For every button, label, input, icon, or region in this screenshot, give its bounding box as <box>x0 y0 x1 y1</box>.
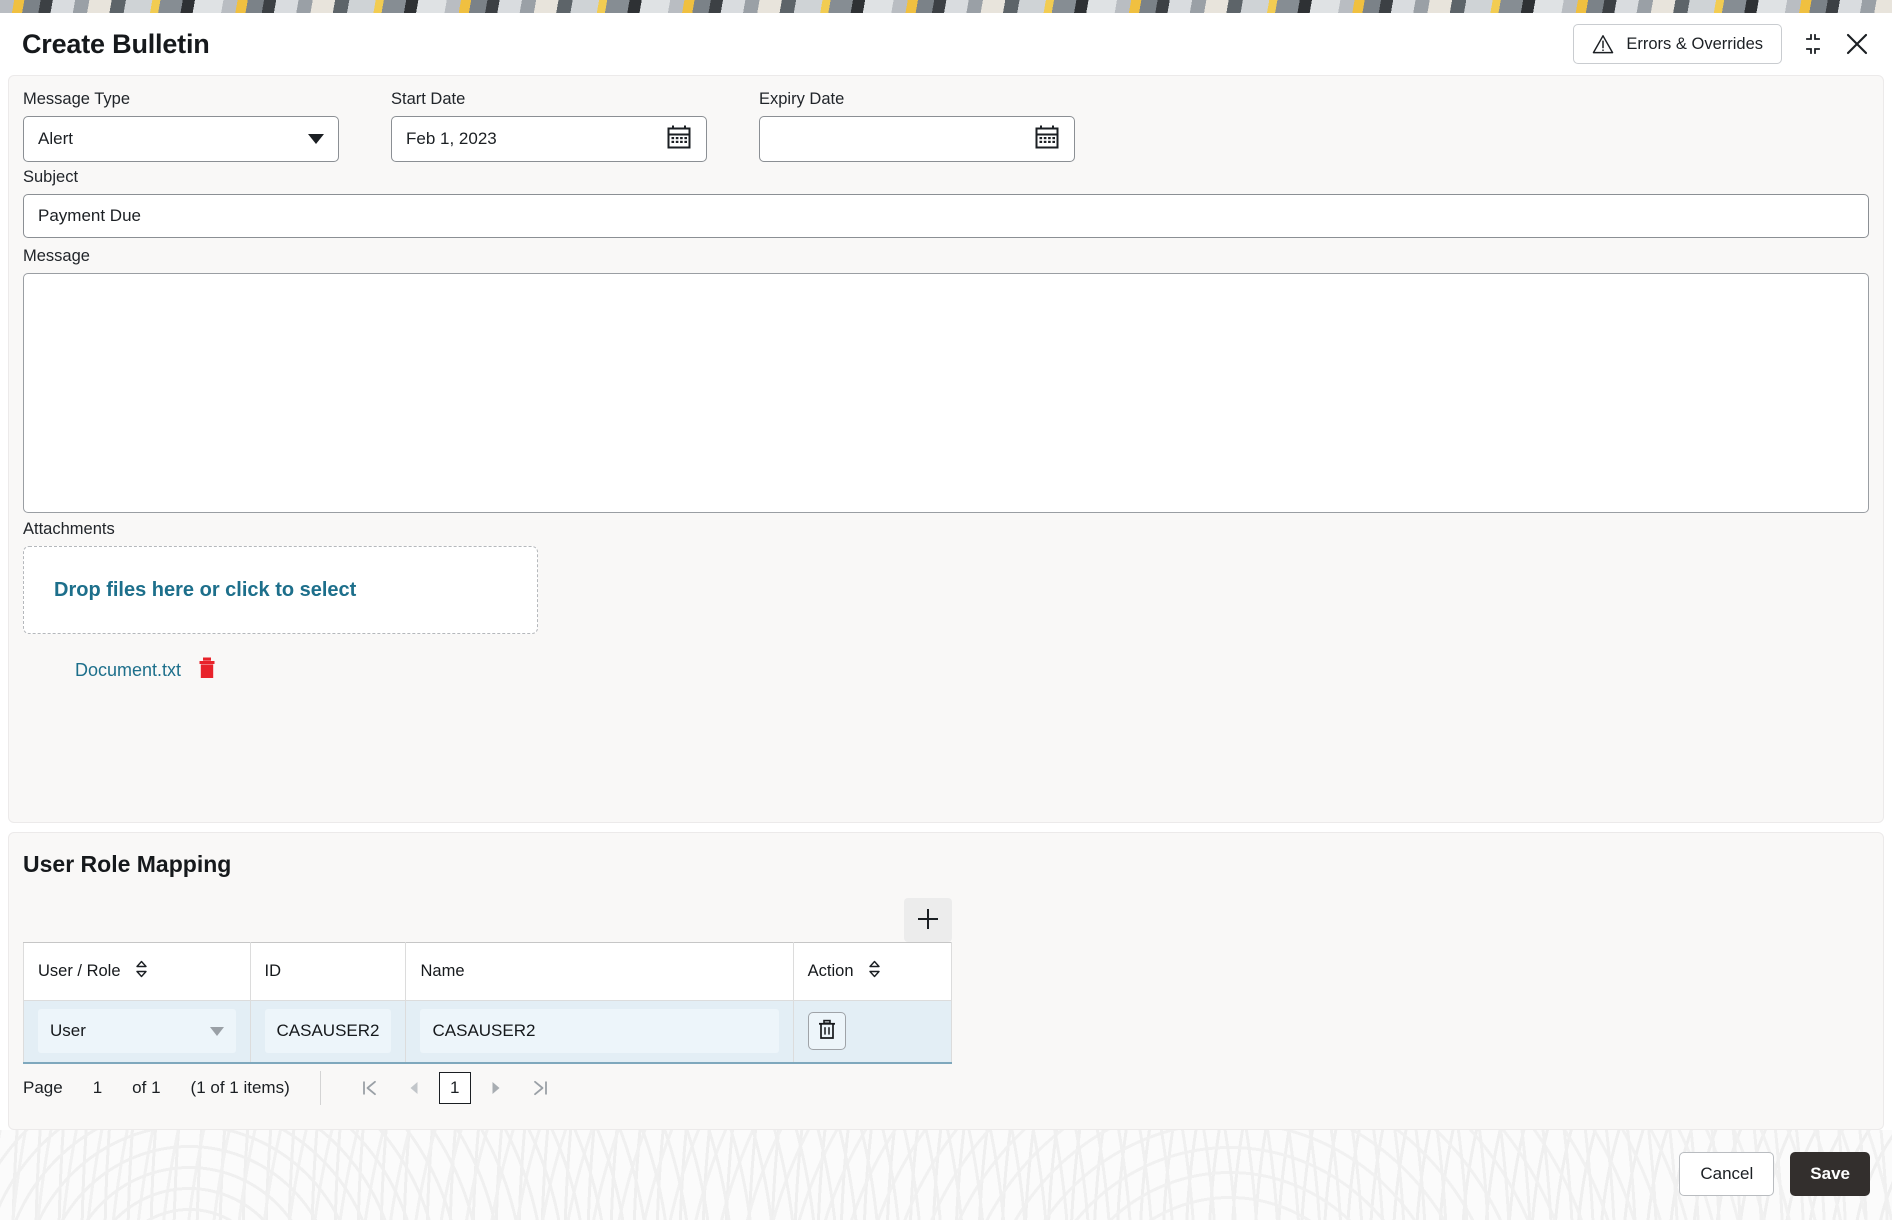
user-role-mapping-table: User / Role ID Name Action User CASAUSER… <box>23 942 953 1064</box>
close-icon[interactable] <box>1844 31 1870 57</box>
delete-row-button[interactable] <box>807 1012 846 1051</box>
first-page-icon[interactable] <box>347 1072 393 1104</box>
column-label: ID <box>264 962 282 980</box>
start-date-input[interactable]: Feb 1, 2023 <box>391 116 707 162</box>
calendar-icon[interactable] <box>1034 124 1060 155</box>
items-count-label: (1 of 1 items) <box>190 1078 290 1097</box>
current-page-number[interactable]: 1 <box>438 1072 471 1104</box>
user-role-select[interactable]: User <box>38 1009 236 1054</box>
last-page-icon[interactable] <box>517 1072 563 1104</box>
previous-page-icon[interactable] <box>393 1072 435 1104</box>
errors-and-overrides-label: Errors & Overrides <box>1626 34 1763 53</box>
column-label: Name <box>420 962 465 980</box>
pagination-divider <box>319 1071 321 1105</box>
user-role-mapping-section: User Role Mapping User / Role ID Name Ac… <box>8 832 1884 1130</box>
expiry-date-label: Expiry Date <box>759 90 845 108</box>
page-number: 1 <box>92 1078 103 1097</box>
subject-field: Subject Payment Due <box>23 168 1869 238</box>
subject-label: Subject <box>23 168 79 186</box>
message-field: Message <box>23 247 1869 513</box>
column-header-user-role[interactable]: User / Role <box>23 942 251 1001</box>
sort-icon[interactable] <box>135 960 148 983</box>
column-header-action[interactable]: Action <box>792 942 953 1001</box>
restore-down-icon[interactable] <box>1800 31 1826 57</box>
expiry-date-input[interactable] <box>759 116 1075 162</box>
message-type-select[interactable]: Alert <box>23 116 339 162</box>
calendar-icon[interactable] <box>666 124 692 155</box>
start-date-field: Start Date Feb 1, 2023 <box>391 90 707 162</box>
form-top-row: Message Type Alert Start Date Feb 1, 202… <box>23 90 1075 162</box>
save-button[interactable]: Save <box>1790 1152 1870 1196</box>
message-type-label: Message Type <box>23 90 131 108</box>
page-label: Page <box>23 1078 63 1097</box>
sort-icon[interactable] <box>868 960 881 983</box>
dialog-footer: Cancel Save <box>0 1130 1892 1220</box>
attachments-label: Attachments <box>23 520 115 538</box>
message-label: Message <box>23 247 90 265</box>
trash-icon[interactable] <box>197 656 217 685</box>
cancel-button[interactable]: Cancel <box>1679 1152 1775 1196</box>
warning-triangle-icon <box>1592 34 1614 54</box>
cell-action <box>792 1000 953 1064</box>
column-label: User / Role <box>38 962 121 980</box>
attachment-list-item: Document.txt <box>75 656 1869 685</box>
table-header-row: User / Role ID Name Action <box>23 942 953 1001</box>
column-label: Action <box>807 962 854 980</box>
dropzone-label: Drop files here or click to select <box>54 578 357 601</box>
cell-name: CASAUSER2 <box>405 1000 794 1064</box>
subject-input[interactable]: Payment Due <box>23 194 1869 238</box>
id-input[interactable]: CASAUSER2 <box>264 1009 392 1054</box>
pagination-bar: Page 1 of 1 (1 of 1 items) 1 <box>23 1071 563 1105</box>
column-header-name: Name <box>405 942 794 1001</box>
next-page-icon[interactable] <box>475 1072 517 1104</box>
decorative-top-banner <box>0 0 1892 13</box>
bulletin-form-card: Message Type Alert Start Date Feb 1, 202… <box>8 75 1884 823</box>
start-date-label: Start Date <box>391 90 466 108</box>
dialog-header: Create Bulletin Errors & Overrides <box>0 13 1892 75</box>
cell-user-role: User <box>23 1000 251 1064</box>
start-date-value: Feb 1, 2023 <box>406 129 497 148</box>
attachment-file-link[interactable]: Document.txt <box>75 660 181 681</box>
plus-icon <box>915 906 941 935</box>
message-type-field: Message Type Alert <box>23 90 339 162</box>
trash-icon <box>817 1019 837 1043</box>
header-actions: Errors & Overrides <box>1573 24 1870 64</box>
user-role-value: User <box>50 1021 86 1041</box>
page-of-label: of 1 <box>132 1078 161 1097</box>
file-dropzone[interactable]: Drop files here or click to select <box>23 546 538 634</box>
add-row-button[interactable] <box>904 898 952 942</box>
table-row[interactable]: User CASAUSER2 CASAUSER2 <box>23 1000 953 1064</box>
expiry-date-field: Expiry Date <box>759 90 1075 162</box>
name-input[interactable]: CASAUSER2 <box>420 1009 779 1054</box>
message-type-value: Alert <box>38 129 73 148</box>
page-title: Create Bulletin <box>22 28 210 59</box>
errors-and-overrides-button[interactable]: Errors & Overrides <box>1573 24 1782 64</box>
cell-id: CASAUSER2 <box>249 1000 407 1064</box>
column-header-id: ID <box>249 942 407 1001</box>
footer-actions: Cancel Save <box>1679 1152 1870 1196</box>
subject-value: Payment Due <box>38 206 141 225</box>
chevron-down-icon <box>209 1026 224 1036</box>
attachments-section: Attachments Drop files here or click to … <box>23 520 1869 685</box>
message-textarea[interactable] <box>23 273 1869 513</box>
user-role-mapping-title: User Role Mapping <box>23 851 232 877</box>
footer-background-pattern <box>0 1130 1892 1220</box>
chevron-down-icon <box>308 134 324 144</box>
